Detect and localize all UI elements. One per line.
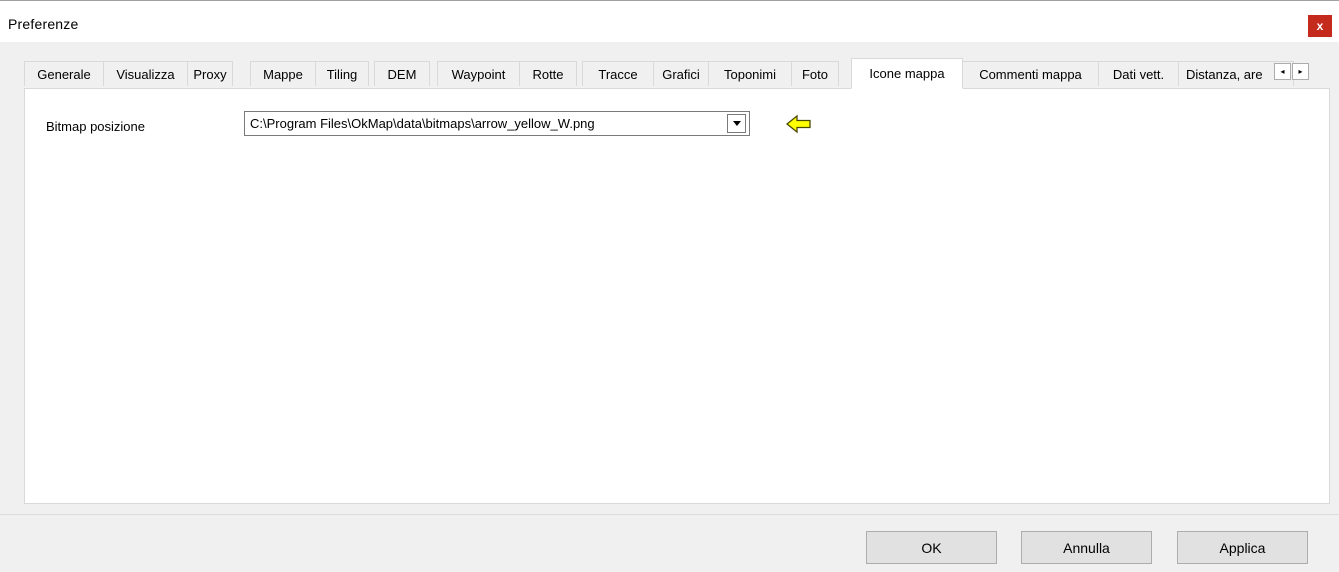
tab-dati-vett[interactable]: Dati vett. [1098,61,1179,86]
tab-label: Generale [37,66,91,82]
tab-label: Distanza, are [1186,66,1263,82]
tab-commenti-mappa[interactable]: Commenti mappa [962,61,1099,86]
tab-visualizza[interactable]: Visualizza [103,61,188,86]
close-button[interactable]: x [1308,15,1332,37]
tab-waypoint[interactable]: Waypoint [437,61,520,86]
tab-label: Foto [801,66,828,82]
tab-label: Grafici [662,66,700,82]
tab-dem[interactable]: DEM [374,61,430,86]
footer-divider [0,514,1339,515]
tab-content-panel [24,88,1330,504]
chevron-down-icon [732,121,741,126]
tab-generale[interactable]: Generale [24,61,104,86]
tab-label: Icone mappa [869,66,945,81]
tab-label: Tiling [326,66,358,82]
chevron-left-icon: ◂ [1280,67,1285,76]
tab-label: Commenti mappa [979,66,1082,82]
tab-label: Tracce [598,66,638,82]
ok-button-label: OK [921,539,942,556]
tab-foto[interactable]: Foto [791,61,839,86]
tab-rotte[interactable]: Rotte [519,61,577,86]
tab-label: Proxy [193,66,227,82]
tab-tiling[interactable]: Tiling [315,61,369,86]
apply-button[interactable]: Applica [1177,531,1308,564]
tab-strip: Generale Visualizza Proxy Mappe Tiling D… [24,58,1330,89]
close-icon: x [1316,19,1324,33]
tab-toponimi[interactable]: Toponimi [708,61,792,86]
tab-label: Rotte [532,66,564,82]
apply-button-label: Applica [1219,539,1266,556]
window-title: Preferenze [8,16,79,32]
title-bar: Preferenze x [0,0,1339,42]
cancel-button-label: Annulla [1063,539,1110,556]
bitmap-position-label: Bitmap posizione [46,119,145,134]
chevron-right-icon: ▸ [1298,67,1303,76]
tab-grafici[interactable]: Grafici [653,61,709,86]
tab-proxy[interactable]: Proxy [187,61,233,86]
cancel-button[interactable]: Annulla [1021,531,1152,564]
dropdown-button[interactable] [727,114,746,133]
arrow-left-yellow-icon [786,114,811,134]
ok-button[interactable]: OK [866,531,997,564]
tab-label: Mappe [263,66,303,82]
bitmap-position-select[interactable]: C:\Program Files\OkMap\data\bitmaps\arro… [244,111,750,136]
tab-label: Toponimi [723,66,777,82]
tab-scroll-right-button[interactable]: ▸ [1292,63,1309,80]
tab-label: DEM [387,66,417,82]
bitmap-position-value: C:\Program Files\OkMap\data\bitmaps\arro… [250,116,595,131]
tab-icone-mappa[interactable]: Icone mappa [851,58,963,89]
tab-mappe[interactable]: Mappe [250,61,316,86]
tab-label: Waypoint [451,66,506,82]
tab-tracce[interactable]: Tracce [582,61,654,86]
tab-label: Dati vett. [1112,66,1165,82]
tab-scroll-left-button[interactable]: ◂ [1274,63,1291,80]
tab-label: Visualizza [116,66,175,82]
